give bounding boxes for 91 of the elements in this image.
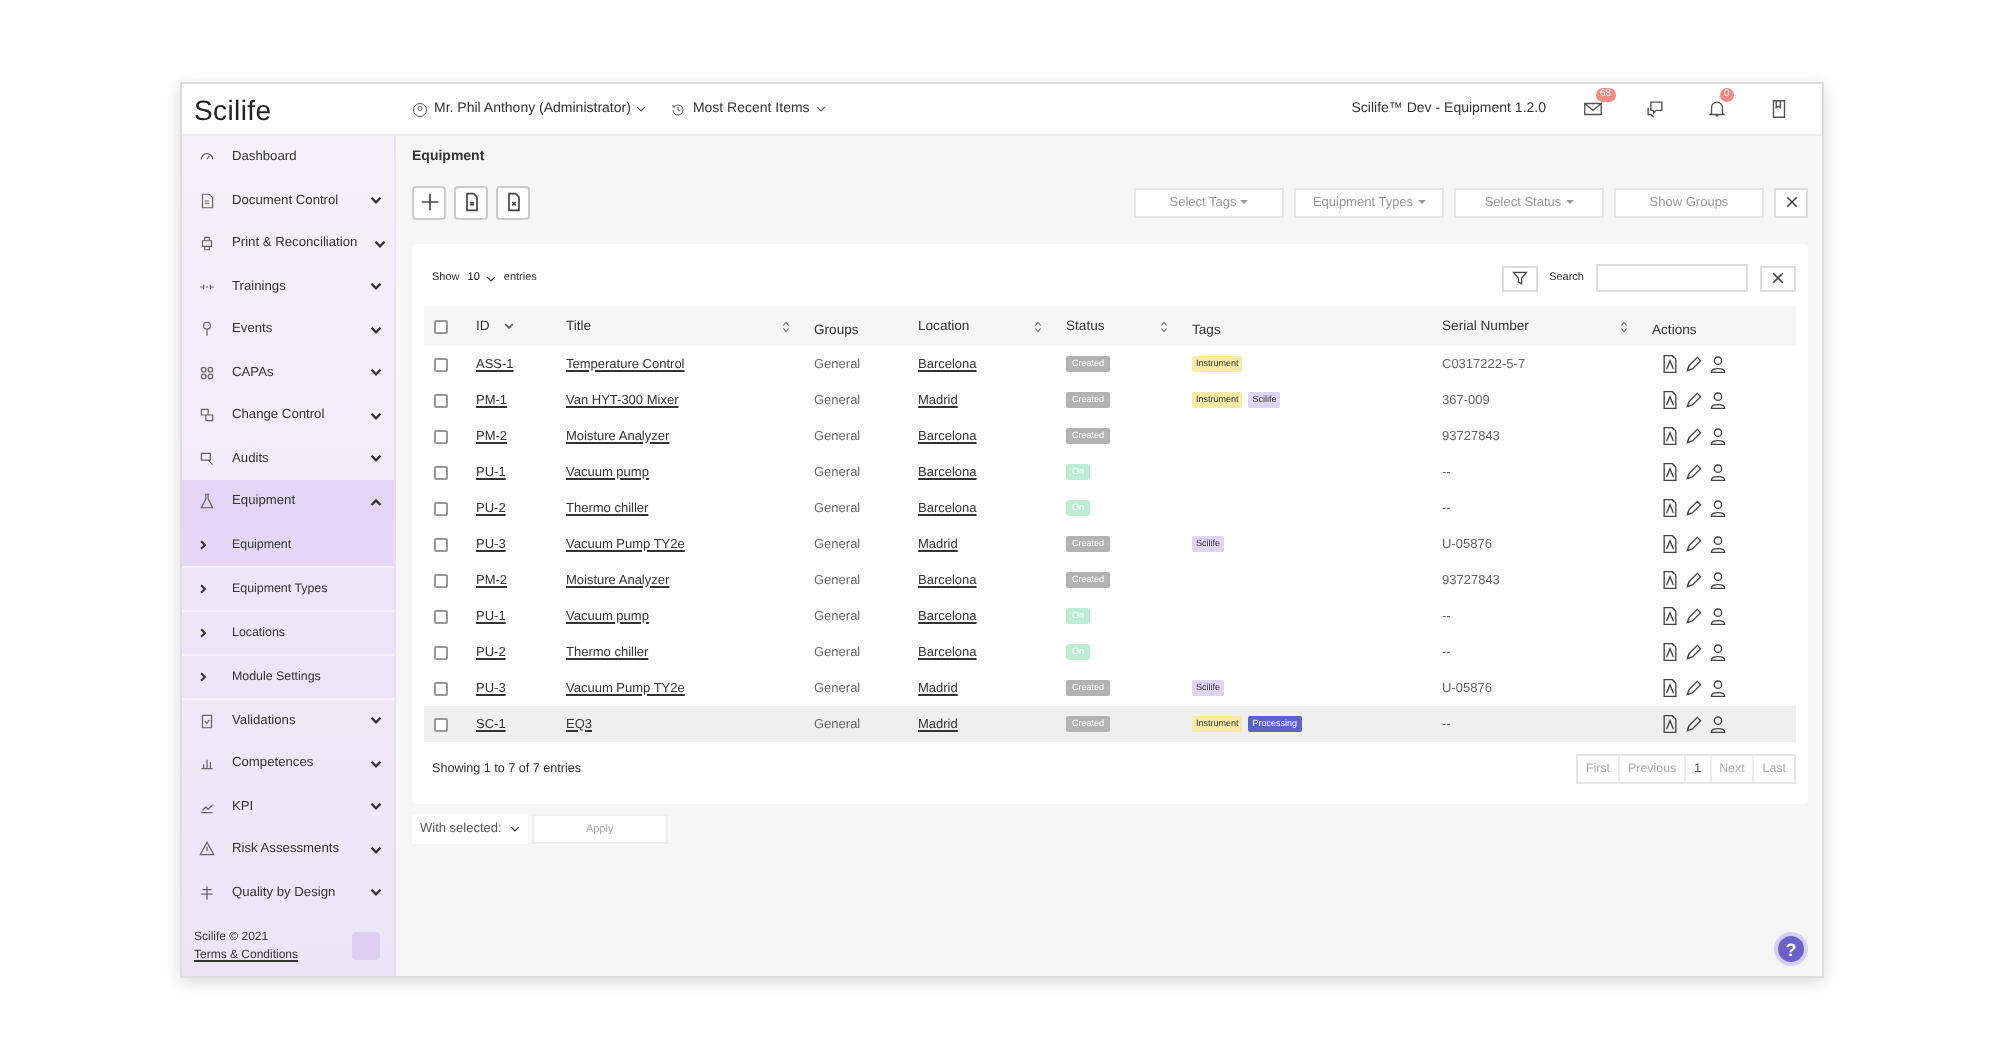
row-checkbox[interactable] [434, 681, 448, 695]
row-checkbox[interactable] [434, 465, 448, 479]
chevron-right-icon [198, 583, 208, 593]
close-icon [1783, 194, 1799, 210]
chevron-down-icon [370, 323, 382, 336]
chevron-down-icon [485, 273, 496, 283]
pdf-icon[interactable] [1660, 354, 1680, 374]
chevron-down-icon [370, 280, 382, 293]
chart-icon [198, 754, 216, 773]
search-document-icon [198, 449, 216, 468]
spreadsheet-icon [503, 192, 523, 212]
chevron-right-icon [198, 627, 208, 637]
pdf-icon[interactable] [1660, 570, 1680, 590]
plus-icon [419, 192, 439, 212]
row-checkbox[interactable] [434, 357, 448, 371]
user-icon [412, 101, 428, 117]
pdf-icon[interactable] [1660, 498, 1680, 518]
pdf-icon[interactable] [1660, 390, 1680, 410]
chevron-down-icon [370, 843, 382, 856]
user-icon[interactable] [1708, 498, 1728, 518]
user-icon[interactable] [1708, 678, 1728, 698]
user-icon[interactable] [1708, 606, 1728, 626]
chat-icon[interactable] [1644, 98, 1666, 120]
clipboard-icon [198, 711, 216, 730]
select-all-checkbox[interactable] [434, 319, 448, 333]
clear-button[interactable] [1774, 187, 1808, 217]
user-icon[interactable] [1708, 462, 1728, 482]
row-checkbox[interactable] [434, 501, 448, 515]
pdf-icon[interactable] [1660, 678, 1680, 698]
flask-icon [198, 492, 216, 511]
chevron-right-icon [198, 539, 208, 549]
pdf-icon[interactable] [1660, 714, 1680, 734]
user-icon[interactable] [1708, 354, 1728, 374]
spreadsheet-icon [461, 192, 481, 212]
chevron-down-icon [370, 886, 382, 899]
sort-icon[interactable] [1034, 319, 1042, 333]
book-icon[interactable] [1768, 98, 1790, 120]
grid-icon [198, 363, 216, 382]
document-icon [198, 191, 216, 210]
search-field[interactable] [1596, 264, 1748, 292]
row-checkbox[interactable] [434, 573, 448, 587]
funnel-icon [1511, 270, 1528, 286]
user-icon[interactable] [1708, 390, 1728, 410]
pdf-icon[interactable] [1660, 462, 1680, 482]
user-icon[interactable] [1708, 714, 1728, 734]
row-checkbox[interactable] [434, 717, 448, 731]
clear-search-button[interactable] [1760, 265, 1796, 291]
history-icon [670, 101, 687, 117]
chevron-down-icon [509, 824, 520, 834]
close-icon [1770, 270, 1786, 286]
chevron-up-icon [370, 495, 382, 508]
sort-icon[interactable] [1160, 319, 1168, 333]
pdf-icon[interactable] [1660, 642, 1680, 662]
row-checkbox[interactable] [434, 393, 448, 407]
chevron-down-icon [370, 452, 382, 465]
app-logo[interactable]: Scilife [194, 93, 388, 125]
pdf-icon[interactable] [1660, 606, 1680, 626]
export-button[interactable] [454, 185, 488, 219]
pdf-icon[interactable] [1660, 534, 1680, 554]
layers-icon [198, 406, 216, 425]
row-checkbox[interactable] [434, 537, 448, 551]
warning-icon [198, 840, 216, 859]
bell-icon[interactable] [1706, 98, 1728, 120]
chevron-down-icon [815, 104, 826, 114]
row-checkbox[interactable] [434, 645, 448, 659]
row-checkbox[interactable] [434, 609, 448, 623]
printer-icon [198, 234, 216, 253]
chevron-down-icon [370, 194, 382, 207]
sort-descending-icon[interactable] [504, 322, 514, 330]
chevron-down-icon [370, 714, 382, 727]
chevron-right-icon [198, 671, 208, 681]
chevron-down-icon [370, 366, 382, 379]
user-icon[interactable] [1708, 570, 1728, 590]
sort-icon[interactable] [782, 319, 790, 333]
pin-icon [198, 320, 216, 339]
chevron-down-icon [373, 237, 386, 250]
user-icon[interactable] [1708, 642, 1728, 662]
sort-icon[interactable] [1620, 319, 1628, 333]
chevron-down-icon [370, 800, 382, 813]
export-button[interactable] [496, 185, 530, 219]
user-icon[interactable] [1708, 426, 1728, 446]
chevron-down-icon [370, 409, 382, 422]
row-checkbox[interactable] [434, 429, 448, 443]
help-button[interactable]: ? [1774, 932, 1808, 966]
pdf-icon[interactable] [1660, 426, 1680, 446]
chevron-down-icon [370, 757, 382, 770]
user-icon[interactable] [1708, 534, 1728, 554]
add-button[interactable] [412, 185, 446, 219]
chevron-down-icon [636, 104, 647, 114]
filter-button[interactable] [1501, 265, 1538, 291]
mail-icon[interactable] [1582, 98, 1604, 120]
